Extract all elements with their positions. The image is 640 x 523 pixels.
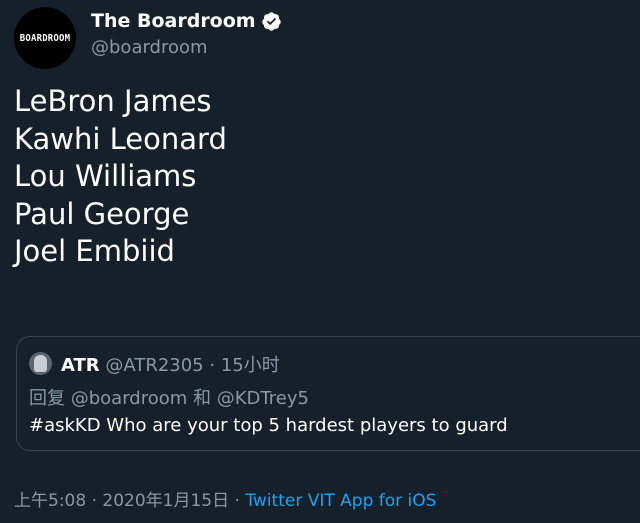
- reply-mention[interactable]: @boardroom: [71, 388, 188, 409]
- quoted-author-name: ATR: [61, 355, 100, 376]
- quoted-author-avatar: [29, 352, 52, 375]
- author-display-name[interactable]: The Boardroom: [91, 10, 282, 32]
- tweet-text: LeBron James Kawhi Leonard Lou Williams …: [14, 83, 227, 271]
- reply-conjunction: 和: [193, 388, 212, 409]
- author-avatar[interactable]: BOARDROOM: [14, 7, 76, 69]
- tweet-date[interactable]: 2020年1月15日: [102, 491, 229, 511]
- tweet-footer: 上午5:08 · 2020年1月15日 · Twitter VIT App fo…: [14, 486, 436, 511]
- verified-badge-icon: [261, 11, 282, 32]
- avatar-logo-text: BOARDROOM: [19, 32, 71, 44]
- quoted-tweet-card[interactable]: ATR @ATR2305 · 15小时 回复 @boardroom 和 @KDT…: [16, 336, 640, 451]
- quoted-tweet-time: 15小时: [220, 355, 280, 376]
- tweet-line: Joel Embiid: [14, 234, 175, 268]
- tweet-timestamp[interactable]: 上午5:08: [14, 491, 86, 511]
- reply-context: 回复 @boardroom 和 @KDTrey5: [29, 384, 309, 410]
- tweet-line: Paul George: [14, 196, 190, 231]
- author-handle[interactable]: @boardroom: [91, 37, 208, 58]
- reply-prefix: 回复: [29, 388, 65, 409]
- quoted-tweet-text: #askKD Who are your top 5 hardest player…: [29, 415, 508, 436]
- quoted-tweet-header: ATR @ATR2305 · 15小时: [61, 351, 280, 377]
- tweet-source-link[interactable]: Twitter VIT App for iOS: [245, 491, 436, 511]
- quoted-author-handle: @ATR2305: [105, 355, 204, 376]
- separator-dot: ·: [209, 355, 216, 376]
- separator-dot: ·: [234, 491, 240, 511]
- author-name: The Boardroom: [91, 10, 256, 32]
- reply-mention[interactable]: @KDTrey5: [217, 388, 309, 409]
- tweet-line: LeBron James: [14, 84, 212, 118]
- tweet-line: Lou Williams: [14, 159, 197, 193]
- tweet-line: Kawhi Leonard: [14, 121, 227, 156]
- separator-dot: ·: [91, 491, 97, 511]
